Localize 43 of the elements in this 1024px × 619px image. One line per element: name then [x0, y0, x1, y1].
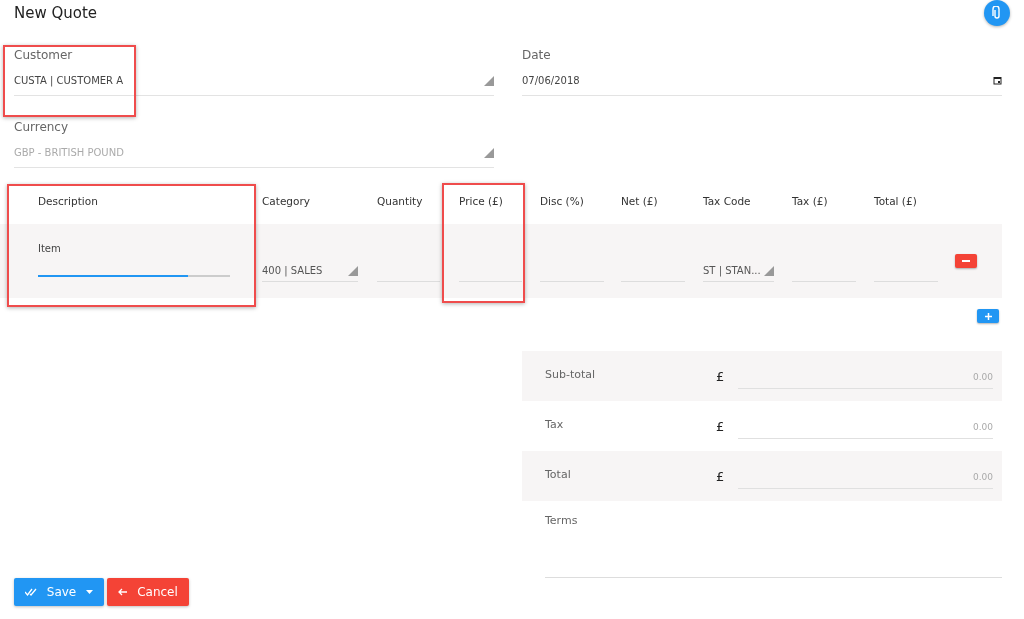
select-field[interactable]: ST | STAN...	[703, 256, 774, 282]
page-title: New Quote	[14, 4, 98, 22]
dropdown-icon	[484, 75, 494, 86]
currency-symbol: £	[716, 468, 726, 484]
column-header: Tax Code	[703, 195, 751, 207]
currency-symbol: £	[716, 368, 726, 384]
field-label: Customer	[14, 48, 74, 62]
attachment-button[interactable]	[984, 0, 1010, 26]
column-header: Tax (£)	[792, 195, 828, 207]
column-header: Description	[38, 195, 98, 207]
field-label: Date	[522, 48, 552, 62]
amount-field: 0.00	[738, 463, 993, 489]
currency-symbol: £	[716, 418, 726, 434]
column-header: Disc (%)	[540, 195, 584, 207]
date-field[interactable]: 07/06/2018	[522, 72, 1002, 96]
double-check-icon	[24, 588, 37, 596]
caret-icon	[86, 590, 94, 594]
text-field[interactable]: Item	[38, 237, 230, 277]
calendar-icon[interactable]	[993, 76, 1002, 85]
column-header: Category	[262, 195, 310, 207]
select-field[interactable]: CUSTA | CUSTOMER A	[14, 72, 494, 96]
cancel-button[interactable]: Cancel	[107, 578, 189, 606]
paperclip-icon	[992, 6, 1002, 20]
arrow-left-icon	[118, 588, 128, 596]
dropdown-icon	[764, 266, 774, 276]
column-header: Total (£)	[874, 195, 917, 207]
totals-label: Sub-total	[545, 367, 597, 381]
amount-field: 0.00	[738, 363, 993, 389]
column-header: Net (£)	[621, 195, 658, 207]
select-field[interactable]: 400 | SALES	[262, 256, 358, 282]
column-header: Quantity	[377, 195, 423, 207]
column-header: Price (£)	[459, 195, 503, 207]
minus-icon	[962, 260, 970, 262]
field-label: Currency	[14, 120, 70, 134]
plus-icon	[984, 312, 992, 320]
add-line-button[interactable]	[977, 309, 999, 323]
terms-field[interactable]: Terms	[545, 501, 1002, 578]
dropdown-icon	[484, 147, 494, 158]
amount-field: 0.00	[738, 413, 993, 439]
totals-label: Total	[545, 467, 572, 481]
dropdown-icon	[348, 266, 358, 276]
remove-line-button[interactable]	[955, 254, 977, 268]
totals-label: Tax	[545, 417, 565, 431]
